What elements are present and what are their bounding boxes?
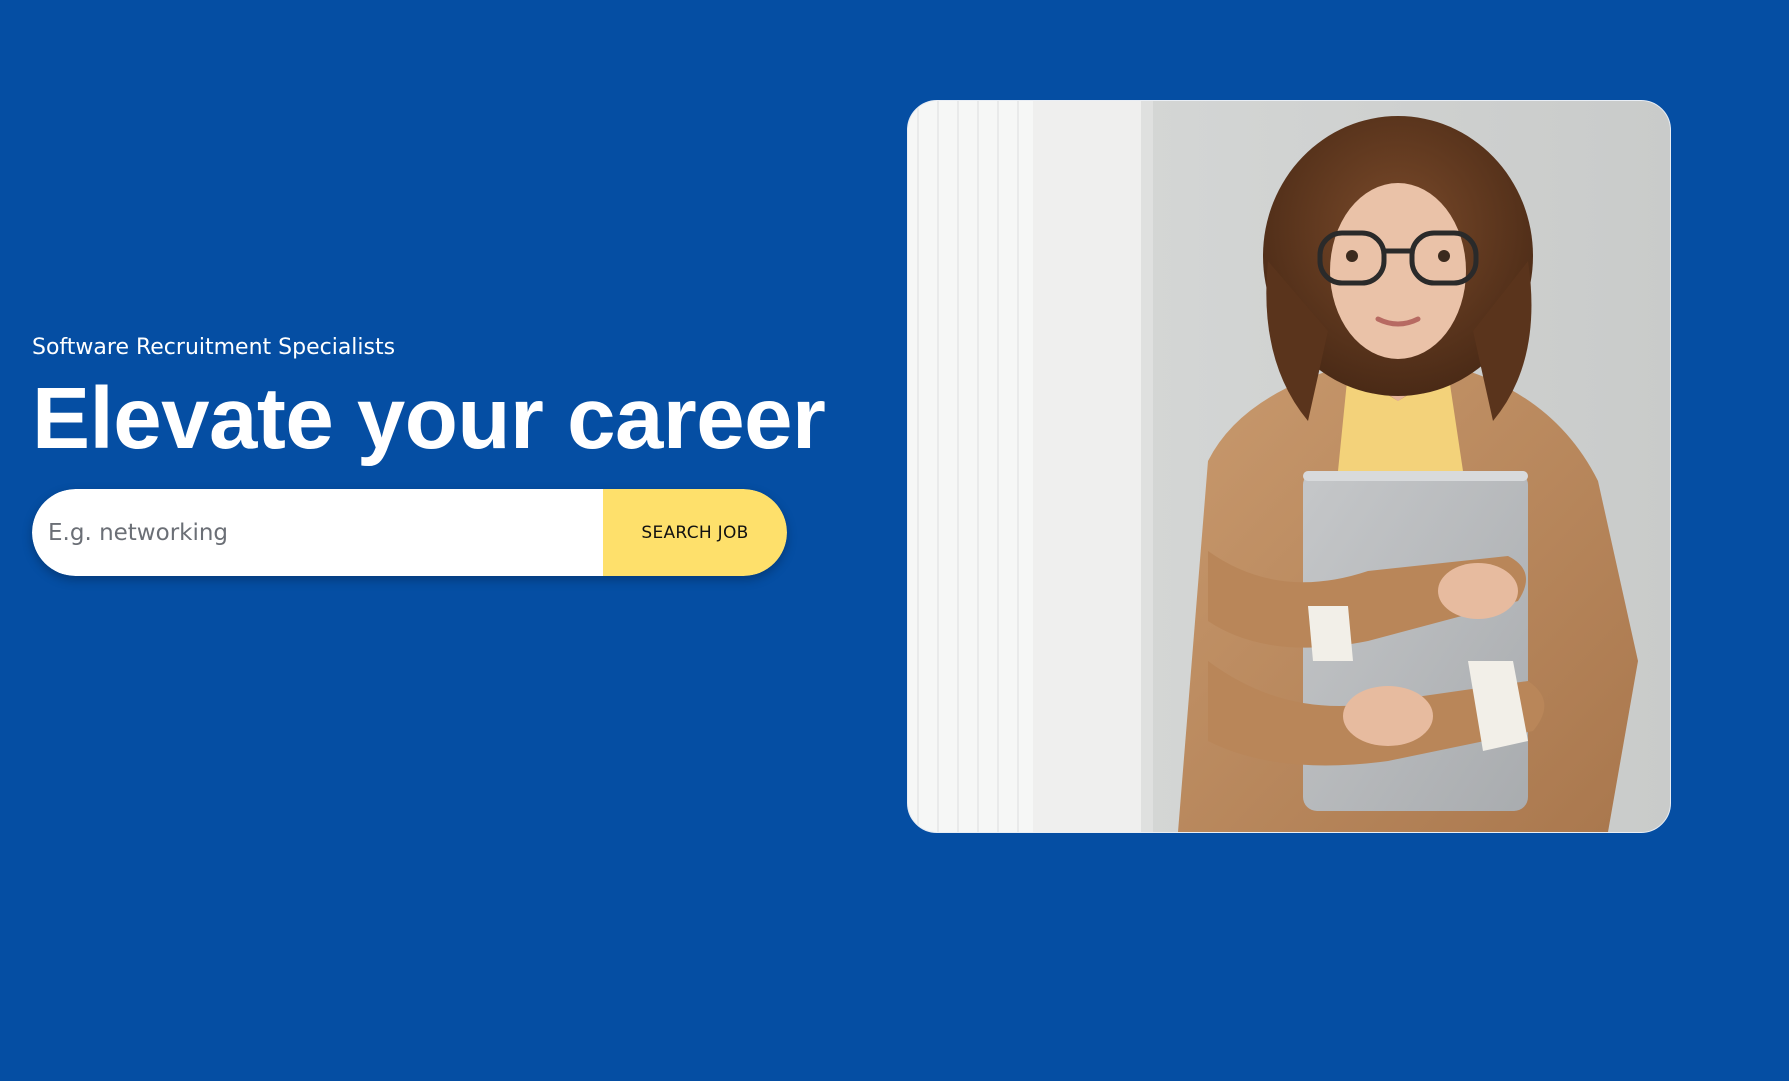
job-search-input[interactable] <box>32 489 603 576</box>
hero-photo-illustration <box>908 101 1670 832</box>
hero-photo <box>907 100 1671 833</box>
hero-text-block: Software Recruitment Specialists Elevate… <box>32 328 826 576</box>
hero-headline: Elevate your career <box>32 370 826 467</box>
hero-section: Software Recruitment Specialists Elevate… <box>0 0 1789 1081</box>
job-search-form: SEARCH JOB <box>32 489 787 576</box>
hero-eyebrow: Software Recruitment Specialists <box>32 335 396 360</box>
search-job-button[interactable]: SEARCH JOB <box>603 489 787 576</box>
